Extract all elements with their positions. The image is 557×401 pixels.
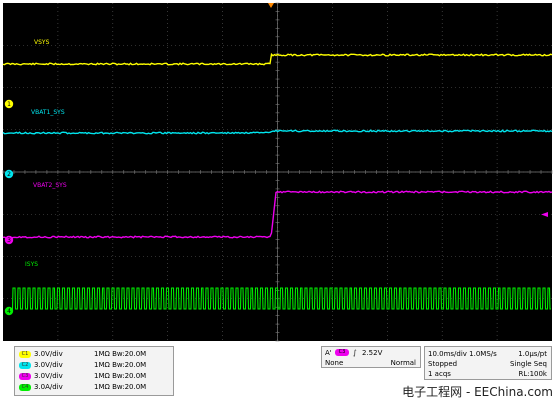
channel-scale: 3.0V/div xyxy=(34,372,63,380)
trace-label-vbat1: VBAT1_SYS xyxy=(31,109,65,116)
watermark: 电子工程网 - EEChina.com xyxy=(400,383,555,400)
channel-bandwidth: Bw:20.0M xyxy=(112,350,147,358)
channel-impedance: 1MΩ xyxy=(94,383,110,391)
timebase-resolution: 1.0µs/pt xyxy=(518,350,547,358)
acquisition-count: 1 acqs xyxy=(428,370,451,378)
channel-row[interactable]: C1 3.0V/div 1MΩ Bw:20.0M xyxy=(19,350,146,359)
channel-impedance: 1MΩ xyxy=(94,361,110,369)
trigger-source-badge: C3 xyxy=(335,349,349,356)
trigger-slope-icon: ∫ xyxy=(353,349,357,357)
channel-row[interactable]: C2 3.0V/div 1MΩ Bw:20.0M xyxy=(19,361,146,370)
channel-badge: C1 xyxy=(19,351,31,358)
channel-scale: 3.0V/div xyxy=(34,350,63,358)
channel-impedance: 1MΩ xyxy=(94,350,110,358)
timebase-panel[interactable]: 10.0ms/div 1.0MS/s 1.0µs/pt Stopped Sing… xyxy=(424,346,552,380)
trace-label-vsys: VSYS xyxy=(34,39,50,46)
record-length: RL:100k xyxy=(518,370,547,378)
channel-settings-panel: C1 3.0V/div 1MΩ Bw:20.0M C2 3.0V/div 1MΩ Bw:… xyxy=(14,346,174,396)
channel-scale: 3.0A/div xyxy=(34,383,63,391)
trigger-level: 2.52V xyxy=(362,349,383,357)
trigger-panel[interactable]: A' C3 ∫ 2.52V None Normal xyxy=(321,346,421,368)
trigger-prefix: A' xyxy=(325,349,332,357)
trace-label-isys: ISYS xyxy=(25,261,39,268)
acquisition-state: Stopped xyxy=(428,360,458,368)
channel-marker-label: 2 xyxy=(7,171,11,178)
channel-bandwidth: Bw:20.0M xyxy=(112,383,147,391)
channel-scale: 3.0V/div xyxy=(34,361,63,369)
acquisition-mode: Single Seq xyxy=(510,360,547,368)
timebase-scale: 10.0ms/div 1.0MS/s xyxy=(428,350,497,358)
trace-label-vbat2: VBAT2_SYS xyxy=(33,182,67,189)
channel-marker-label: 1 xyxy=(7,101,11,108)
channel-badge: C3 xyxy=(19,373,31,380)
oscilloscope-screen: 1 2 3 4 xyxy=(0,0,557,401)
channel-bandwidth: Bw:20.0M xyxy=(112,372,147,380)
trigger-mode-left: None xyxy=(325,359,344,367)
channel-marker-label: 4 xyxy=(7,308,11,315)
channel-row[interactable]: C3 3.0V/div 1MΩ Bw:20.0M xyxy=(19,372,146,381)
channel-marker-label: 3 xyxy=(7,237,11,244)
channel-bandwidth: Bw:20.0M xyxy=(112,361,147,369)
channel-row[interactable]: C4 3.0A/div 1MΩ Bw:20.0M xyxy=(19,383,146,392)
trigger-mode-right: Normal xyxy=(390,359,416,367)
channel-badge: C2 xyxy=(19,362,31,369)
channel-impedance: 1MΩ xyxy=(94,372,110,380)
channel-badge: C4 xyxy=(19,384,31,391)
